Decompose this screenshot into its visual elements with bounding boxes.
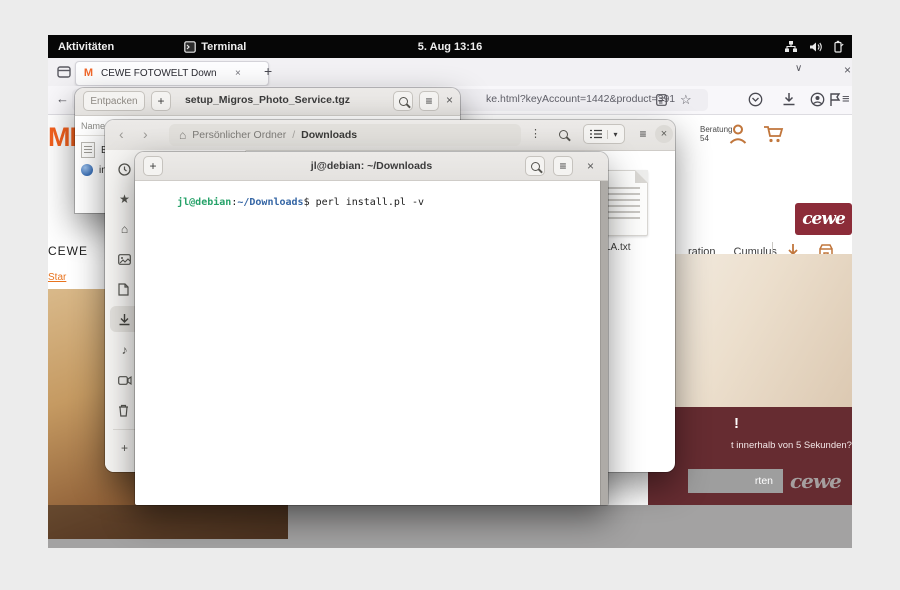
- url-text: ke.html?keyAccount=1442&product=391: [486, 93, 676, 105]
- extract-button[interactable]: Entpacken: [83, 91, 145, 111]
- home-icon: ⌂: [179, 128, 187, 142]
- music-icon: ♪: [121, 343, 128, 357]
- volume-icon: [810, 42, 822, 51]
- script-file-icon: [81, 164, 93, 176]
- terminal-scrollbar[interactable]: [600, 181, 608, 505]
- window-close-icon[interactable]: ×: [844, 63, 851, 77]
- banner-button[interactable]: rten: [688, 469, 783, 493]
- pocket-icon[interactable]: [748, 92, 763, 107]
- archive-menu-button[interactable]: ≡: [419, 91, 439, 111]
- pictures-icon: [118, 253, 131, 265]
- archive-search-button[interactable]: [393, 91, 413, 111]
- archive-header-bar: Entpacken + setup_Migros_Photo_Service.t…: [75, 88, 460, 116]
- firefox-view-icon[interactable]: [57, 65, 71, 79]
- files-menu-button[interactable]: ≡: [633, 124, 653, 144]
- banner-heading-fragment: !: [734, 415, 739, 432]
- gnome-top-bar: Aktivitäten Terminal 5. Aug 13:16: [48, 35, 852, 58]
- terminal-close-icon[interactable]: ×: [587, 159, 594, 173]
- downloads-icon[interactable]: [782, 92, 796, 107]
- page-dim-overlay: [48, 505, 852, 548]
- cart-icon[interactable]: [762, 124, 784, 144]
- desktop-screen: MI Beratung 54 cewe CEWE ration Cumulus: [48, 35, 852, 548]
- extensions-icon[interactable]: [828, 92, 842, 107]
- browser-tab[interactable]: M CEWE FOTOWELT Down ×: [75, 61, 269, 86]
- breadcrumb-current[interactable]: Downloads: [301, 129, 357, 141]
- system-status-area[interactable]: [784, 35, 844, 58]
- account-icon[interactable]: [728, 123, 748, 145]
- app-menu-icon[interactable]: ≡: [842, 91, 850, 106]
- breadcrumb-start-link[interactable]: Star: [48, 272, 66, 283]
- terminal-header-bar: + jl@debian: ~/Downloads ≡ ×: [135, 152, 608, 181]
- terminal-search-button[interactable]: [525, 156, 545, 176]
- bookmark-star-icon[interactable]: ☆: [680, 92, 692, 108]
- battery-icon: [834, 40, 844, 53]
- archive-add-button[interactable]: +: [151, 91, 171, 111]
- tab-close-icon[interactable]: ×: [235, 68, 241, 79]
- prompt-path: ~/Downloads: [237, 197, 304, 208]
- search-icon: [398, 96, 408, 106]
- file-fold-corner: [635, 170, 648, 183]
- files-search-button[interactable]: [553, 124, 573, 144]
- prompt-user: jl@debian: [177, 197, 232, 208]
- files-header-bar: ‹ › ⌂ Persönlicher Ordner / Downloads ⋮ …: [105, 120, 675, 151]
- list-view-icon: [590, 129, 603, 139]
- clock[interactable]: 5. Aug 13:16: [48, 41, 852, 53]
- tab-favicon: M: [83, 67, 94, 79]
- home-icon: ⌂: [120, 222, 129, 236]
- fxa-account-icon[interactable]: [810, 92, 825, 107]
- path-bar[interactable]: ⌂ Persönlicher Ordner / Downloads: [169, 124, 521, 146]
- breadcrumb-root[interactable]: Persönlicher Ordner: [192, 129, 286, 141]
- new-tab-button[interactable]: +: [264, 63, 272, 79]
- document-icon: [118, 282, 129, 296]
- trash-icon: [119, 404, 128, 417]
- network-icon: [785, 41, 797, 52]
- tab-title: CEWE FOTOWELT Down: [101, 68, 217, 79]
- videos-icon: [118, 375, 132, 385]
- reader-view-icon[interactable]: [656, 94, 667, 106]
- prompt-command: $ perl install.pl -v: [303, 197, 424, 208]
- files-back-icon[interactable]: ‹: [119, 126, 124, 142]
- search-icon: [530, 161, 540, 171]
- list-all-tabs-icon[interactable]: ∨: [795, 63, 802, 74]
- text-file-icon: [81, 142, 95, 158]
- breadcrumb-separator: /: [292, 129, 296, 141]
- promo-banner: ! t innerhalb von 5 Sekunden? Bitte rten…: [648, 407, 852, 505]
- migros-logo: MI: [48, 122, 77, 152]
- banner-body-fragment: t innerhalb von 5 Sekunden? Bitte: [731, 440, 852, 451]
- view-toggle-button[interactable]: ▾: [583, 124, 625, 144]
- brand-secondary: CEWE: [48, 244, 88, 258]
- search-icon: [558, 129, 568, 139]
- downloads-icon: [119, 313, 130, 325]
- clock-icon: [118, 162, 131, 176]
- cewe-logo[interactable]: cewe: [795, 203, 852, 235]
- files-forward-icon[interactable]: ›: [143, 126, 148, 142]
- files-close-button[interactable]: ×: [655, 125, 673, 143]
- cewe-logo-text: cewe: [802, 209, 846, 229]
- back-icon[interactable]: ←: [56, 91, 69, 106]
- banner-cewe-logo: cewe: [790, 469, 842, 493]
- star-icon: ★: [119, 192, 130, 206]
- archive-column-name[interactable]: Name: [81, 121, 105, 131]
- terminal-window: + jl@debian: ~/Downloads ≡ × jl@debian:~…: [135, 152, 608, 505]
- eula-file-label[interactable]: LA.txt: [605, 242, 631, 253]
- browser-tab-bar: M CEWE FOTOWELT Down × + ∨ ×: [48, 58, 852, 87]
- path-more-icon[interactable]: ⋮: [530, 127, 541, 140]
- view-options-chevron-icon[interactable]: ▾: [607, 129, 618, 139]
- terminal-new-tab-button[interactable]: +: [143, 156, 163, 176]
- terminal-menu-button[interactable]: ≡: [553, 156, 573, 176]
- plus-icon: +: [120, 441, 128, 455]
- terminal-prompt-line: jl@debian:~/Downloads$ perl install.pl -…: [141, 186, 424, 219]
- archive-close-icon[interactable]: ×: [446, 93, 453, 107]
